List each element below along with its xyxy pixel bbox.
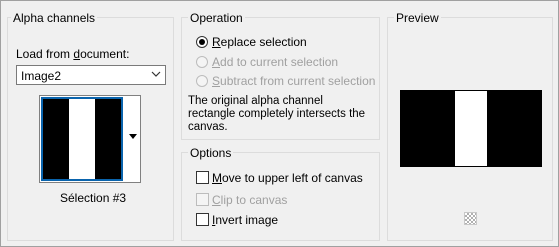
add-key: A bbox=[212, 55, 221, 69]
preview-selection-area bbox=[455, 91, 487, 166]
preview-image bbox=[400, 90, 542, 167]
invert-image-label[interactable]: Invert image bbox=[212, 213, 278, 227]
add-to-selection-radio[interactable] bbox=[196, 56, 208, 68]
replace-key: R bbox=[212, 35, 221, 49]
document-select[interactable]: Image2 bbox=[16, 65, 166, 85]
subtract-key: S bbox=[212, 74, 221, 88]
clip-key: C bbox=[212, 193, 221, 207]
alpha-channel-thumbnail bbox=[43, 99, 121, 179]
alpha-channels-group-title: Alpha channels bbox=[11, 11, 98, 25]
dropdown-arrow-icon[interactable] bbox=[128, 132, 138, 140]
preview-group-title: Preview bbox=[394, 11, 441, 25]
checkerboard-icon[interactable] bbox=[464, 212, 477, 225]
subtract-from-selection-radio[interactable] bbox=[196, 75, 208, 87]
invert-image-checkbox[interactable] bbox=[196, 213, 209, 226]
chevron-down-icon bbox=[151, 71, 161, 77]
clip-to-canvas-label[interactable]: Clip to canvas bbox=[212, 193, 287, 207]
subtract-from-selection-label[interactable]: Subtract from current selection bbox=[212, 74, 375, 88]
load-from-alpha-channel-dialog: Alpha channels Load from document: Image… bbox=[0, 0, 559, 247]
move-to-upper-left-checkbox[interactable] bbox=[196, 171, 209, 184]
clip-post: lip to canvas bbox=[220, 193, 288, 207]
alpha-channel-list[interactable] bbox=[39, 95, 141, 183]
alpha-channel-thumbnail-selected[interactable] bbox=[41, 97, 123, 181]
add-to-selection-label[interactable]: Add to current selection bbox=[212, 55, 338, 69]
intersection-message: The original alpha channel rectangle com… bbox=[188, 95, 366, 133]
load-from-document-label: Load from document: bbox=[16, 47, 129, 61]
add-post: dd to current selection bbox=[220, 55, 339, 69]
move-key: M bbox=[212, 171, 222, 185]
subtract-post: ubtract from current selection bbox=[220, 74, 376, 88]
invert-post: nvert image bbox=[215, 213, 279, 227]
options-group-title: Options bbox=[188, 146, 234, 160]
replace-selection-label[interactable]: Replace selection bbox=[212, 35, 307, 49]
document-select-value: Image2 bbox=[21, 69, 62, 83]
operation-group-title: Operation bbox=[188, 11, 245, 25]
replace-selection-radio[interactable] bbox=[196, 36, 208, 48]
move-to-upper-left-label[interactable]: Move to upper left of canvas bbox=[212, 171, 363, 185]
replace-post: eplace selection bbox=[220, 35, 307, 49]
load-label-post: ocument: bbox=[80, 47, 130, 61]
load-label-pre: Load from bbox=[16, 47, 74, 61]
radio-dot bbox=[199, 39, 205, 45]
clip-to-canvas-checkbox[interactable] bbox=[196, 193, 209, 206]
selection-name: Sélection #3 bbox=[60, 191, 127, 205]
move-post: ove to upper left of canvas bbox=[222, 171, 363, 185]
